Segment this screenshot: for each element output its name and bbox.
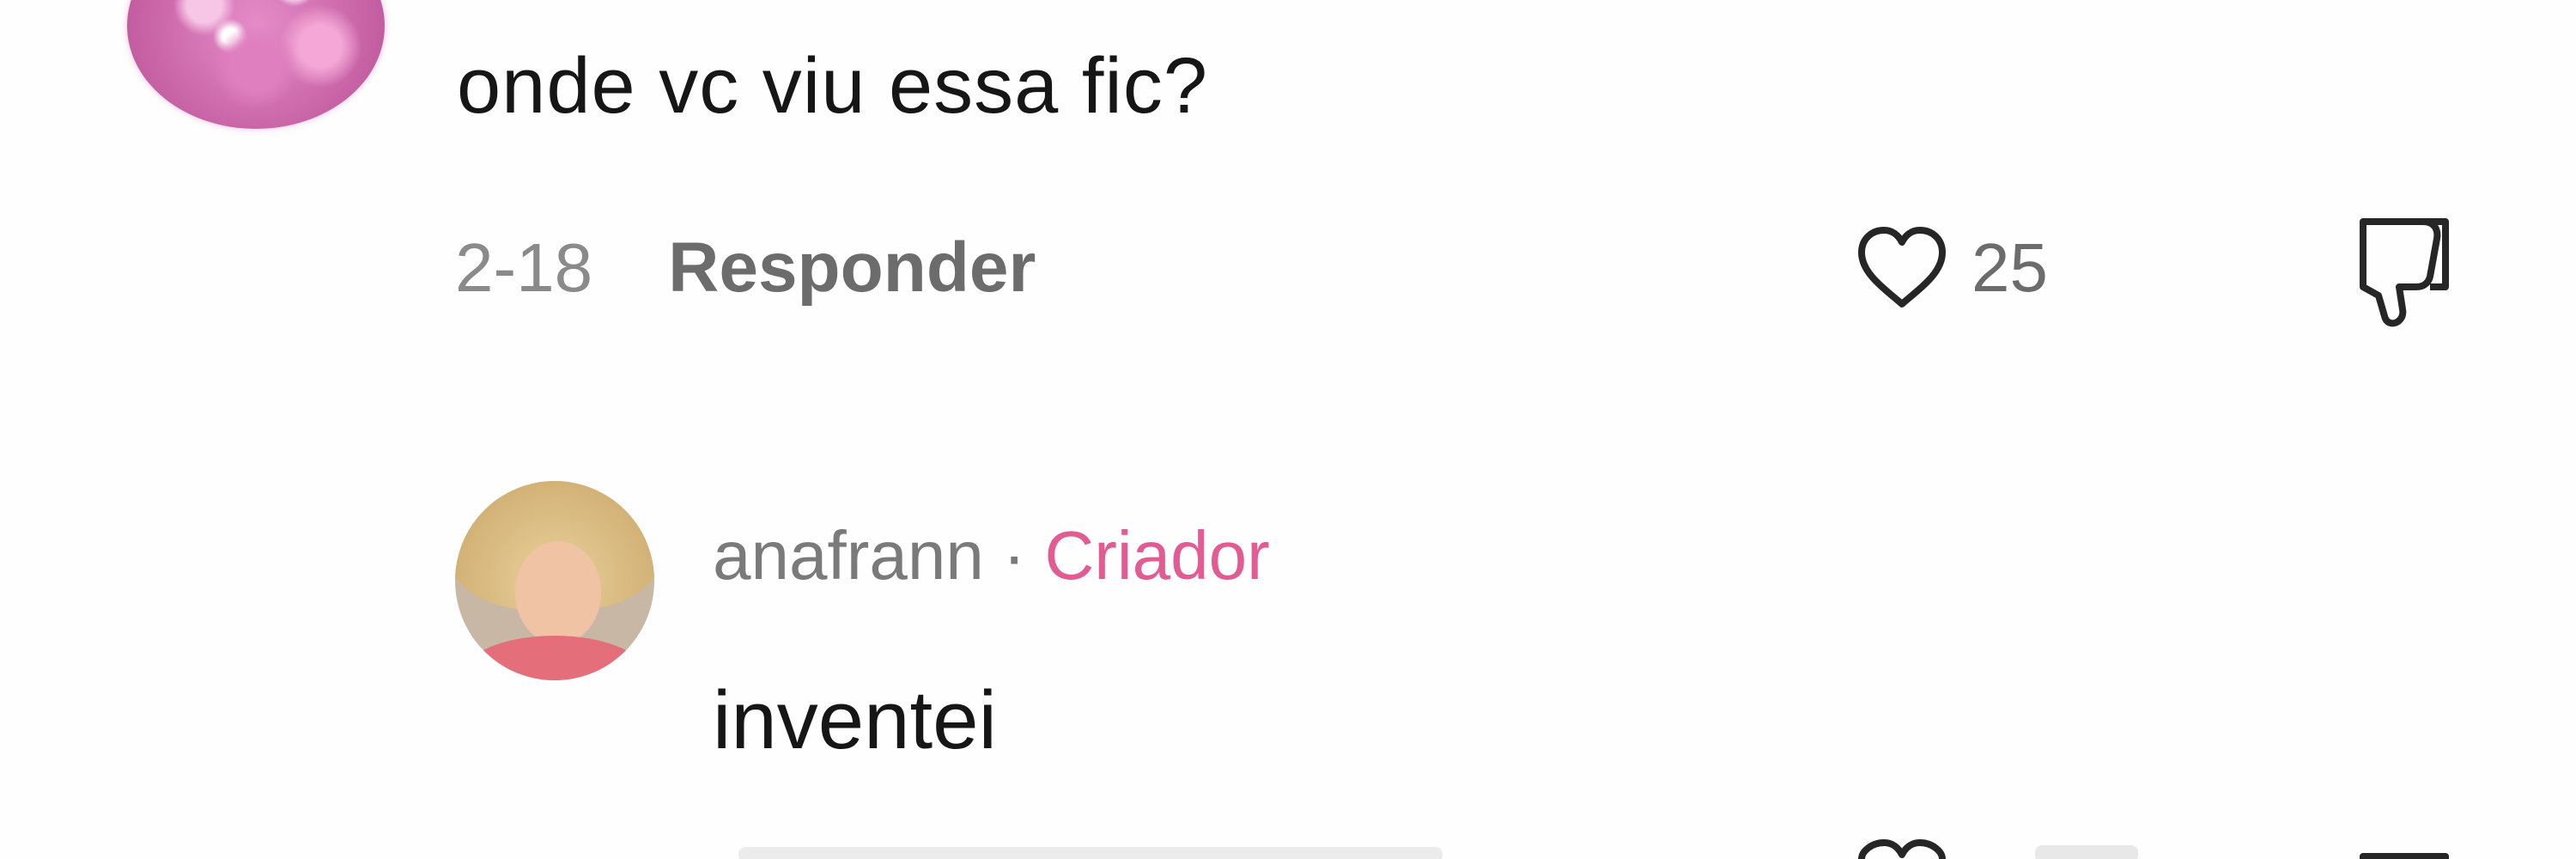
avatar-shirt <box>464 636 646 680</box>
comment-date: 2-18 <box>455 229 593 306</box>
separator-dot: · <box>1002 517 1026 594</box>
creator-avatar[interactable] <box>455 481 654 680</box>
creator-badge: Criador <box>1044 517 1270 594</box>
thumbs-down-icon-partial[interactable] <box>2337 838 2458 859</box>
comment-text: onde vc viu essa fic? <box>457 42 1209 130</box>
reply-text: inventei <box>713 674 997 766</box>
avatar-face <box>515 541 601 644</box>
heart-icon[interactable] <box>1855 225 1949 311</box>
reply-username[interactable]: anafrann <box>713 516 984 595</box>
next-meta-row-partial <box>738 847 1443 859</box>
heart-icon-partial[interactable] <box>1855 838 1949 859</box>
like-count: 25 <box>1971 229 2048 306</box>
comment-meta-row: 2-18 Responder <box>455 225 1036 311</box>
reply-header: anafrann · Criador <box>713 509 1270 603</box>
like-count-partial <box>2035 845 2138 859</box>
thumbs-down-icon[interactable] <box>2337 203 2458 332</box>
commenter-avatar[interactable] <box>127 0 385 129</box>
comments-screen: onde vc viu essa fic? 2-18 Responder 25 … <box>0 0 2576 859</box>
reply-button[interactable]: Responder <box>668 228 1036 308</box>
like-button[interactable]: 25 <box>1855 216 2048 320</box>
